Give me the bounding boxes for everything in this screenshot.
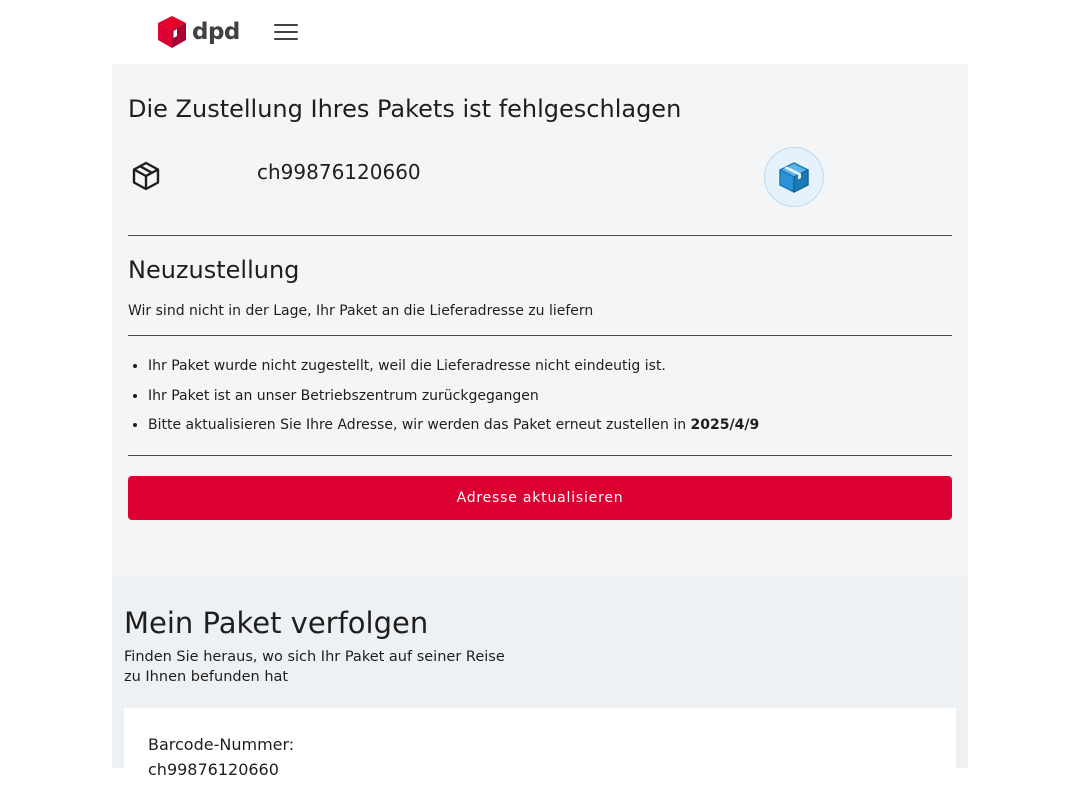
brand-name: dpd	[192, 19, 240, 45]
barcode-card: Barcode-Nummer: ch99876120660	[124, 708, 956, 798]
tracking-number: ch99876120660	[257, 160, 421, 184]
dpd-cube-icon	[158, 16, 186, 48]
track-parcel-title: Mein Paket verfolgen	[124, 606, 429, 640]
redelivery-title: Neuzustellung	[128, 256, 300, 284]
reschedule-text: Bitte aktualisieren Sie Ihre Adresse, wi…	[148, 417, 691, 433]
divider	[128, 235, 952, 236]
update-address-button[interactable]: Adresse aktualisieren	[128, 476, 952, 520]
reason-list: Ihr Paket wurde nicht zugestellt, weil d…	[128, 352, 759, 441]
reschedule-date: 2025/4/9	[690, 417, 760, 433]
redelivery-lead-text: Wir sind nicht in der Lage, Ihr Paket an…	[128, 303, 594, 319]
site-header: dpd	[0, 0, 1080, 64]
divider	[128, 335, 952, 336]
delivery-failed-card: Die Zustellung Ihres Pakets ist fehlgesc…	[112, 64, 968, 576]
parcel-icon	[132, 161, 160, 191]
list-item: Ihr Paket wurde nicht zugestellt, weil d…	[148, 352, 759, 382]
track-parcel-section: Mein Paket verfolgen Finden Sie heraus, …	[112, 576, 968, 798]
dpd-logo[interactable]: dpd	[158, 16, 240, 48]
track-parcel-subtitle: Finden Sie heraus, wo sich Ihr Paket auf…	[124, 649, 505, 685]
list-item: Bitte aktualisieren Sie Ihre Adresse, wi…	[148, 411, 759, 441]
barcode-label: Barcode-Nummer:	[148, 735, 295, 754]
hamburger-menu-icon[interactable]	[274, 24, 298, 44]
list-item: Ihr Paket ist an unser Betriebszentrum z…	[148, 382, 759, 412]
package-box-icon	[764, 147, 824, 207]
divider	[128, 455, 952, 456]
barcode-value: ch99876120660	[148, 760, 279, 779]
delivery-failed-title: Die Zustellung Ihres Pakets ist fehlgesc…	[128, 95, 682, 123]
